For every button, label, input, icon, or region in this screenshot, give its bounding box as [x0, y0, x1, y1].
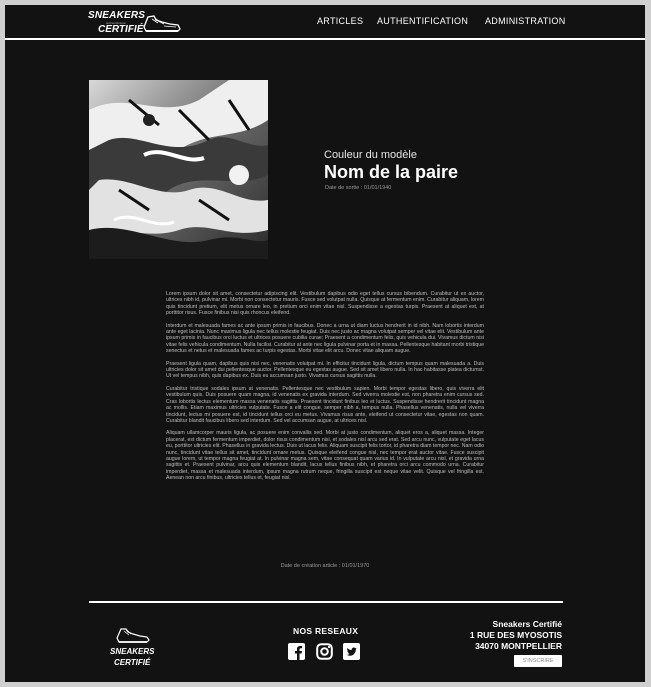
socials-title: NOS RESEAUX — [293, 626, 359, 636]
color-model: Couleur du modèle — [324, 149, 417, 161]
logo-line2: CERTIFIÉ — [98, 24, 144, 35]
address-street: 1 RUE DES MYOSOTIS — [469, 630, 562, 640]
article-paragraph: Interdum et malesuada fames ac ante ipsu… — [166, 322, 484, 355]
address-city: 34070 MONTPELLIER — [475, 641, 562, 651]
footer-logo[interactable]: SNEAKERS CERTIFIÉ — [108, 625, 158, 669]
release-date: Date de sortie : 01/01/1940 — [325, 185, 392, 191]
article-paragraph: Lorem ipsum dolor sit amet, consectetur … — [166, 291, 484, 317]
instagram-icon[interactable] — [316, 643, 333, 660]
pair-name: Nom de la paire — [324, 162, 459, 182]
page-frame: SNEAKERS authentification CERTIFIÉ ARTIC… — [5, 5, 645, 682]
site-header: SNEAKERS authentification CERTIFIÉ ARTIC… — [5, 5, 645, 38]
site-logo[interactable]: SNEAKERS authentification CERTIFIÉ — [88, 10, 183, 36]
header-divider — [5, 38, 645, 40]
signup-button[interactable]: S'INSCRIRE — [514, 655, 562, 667]
twitter-icon[interactable] — [343, 643, 360, 660]
sneaker-photo — [89, 80, 268, 259]
nav-administration[interactable]: ADMINISTRATION — [485, 16, 566, 26]
sneaker-icon — [143, 15, 181, 32]
footer-logo-line1: SNEAKERS — [110, 647, 155, 656]
article-paragraph: Curabitur tristique sodales ipsum at ven… — [166, 385, 484, 424]
article-body: Lorem ipsum dolor sit amet, consectetur … — [166, 291, 484, 488]
article-paragraph: Aliquam ullamcorper mauris ligula, ac po… — [166, 430, 484, 482]
article-paragraph: Praesent ligula quam, dapibus quis nisi … — [166, 360, 484, 380]
footer-divider — [89, 601, 563, 603]
footer-logo-line2: CERTIFIÉ — [114, 658, 151, 667]
company-name: Sneakers Certifié — [492, 619, 562, 629]
logo-line1: SNEAKERS — [88, 10, 146, 21]
footer-sneaker-icon — [116, 628, 150, 643]
article-created-date: Date de création article : 01/01/1970 — [280, 563, 370, 569]
nav-articles[interactable]: ARTICLES — [317, 16, 363, 26]
nav-authentification[interactable]: AUTHENTIFICATION — [377, 16, 468, 26]
facebook-icon[interactable] — [288, 643, 305, 660]
